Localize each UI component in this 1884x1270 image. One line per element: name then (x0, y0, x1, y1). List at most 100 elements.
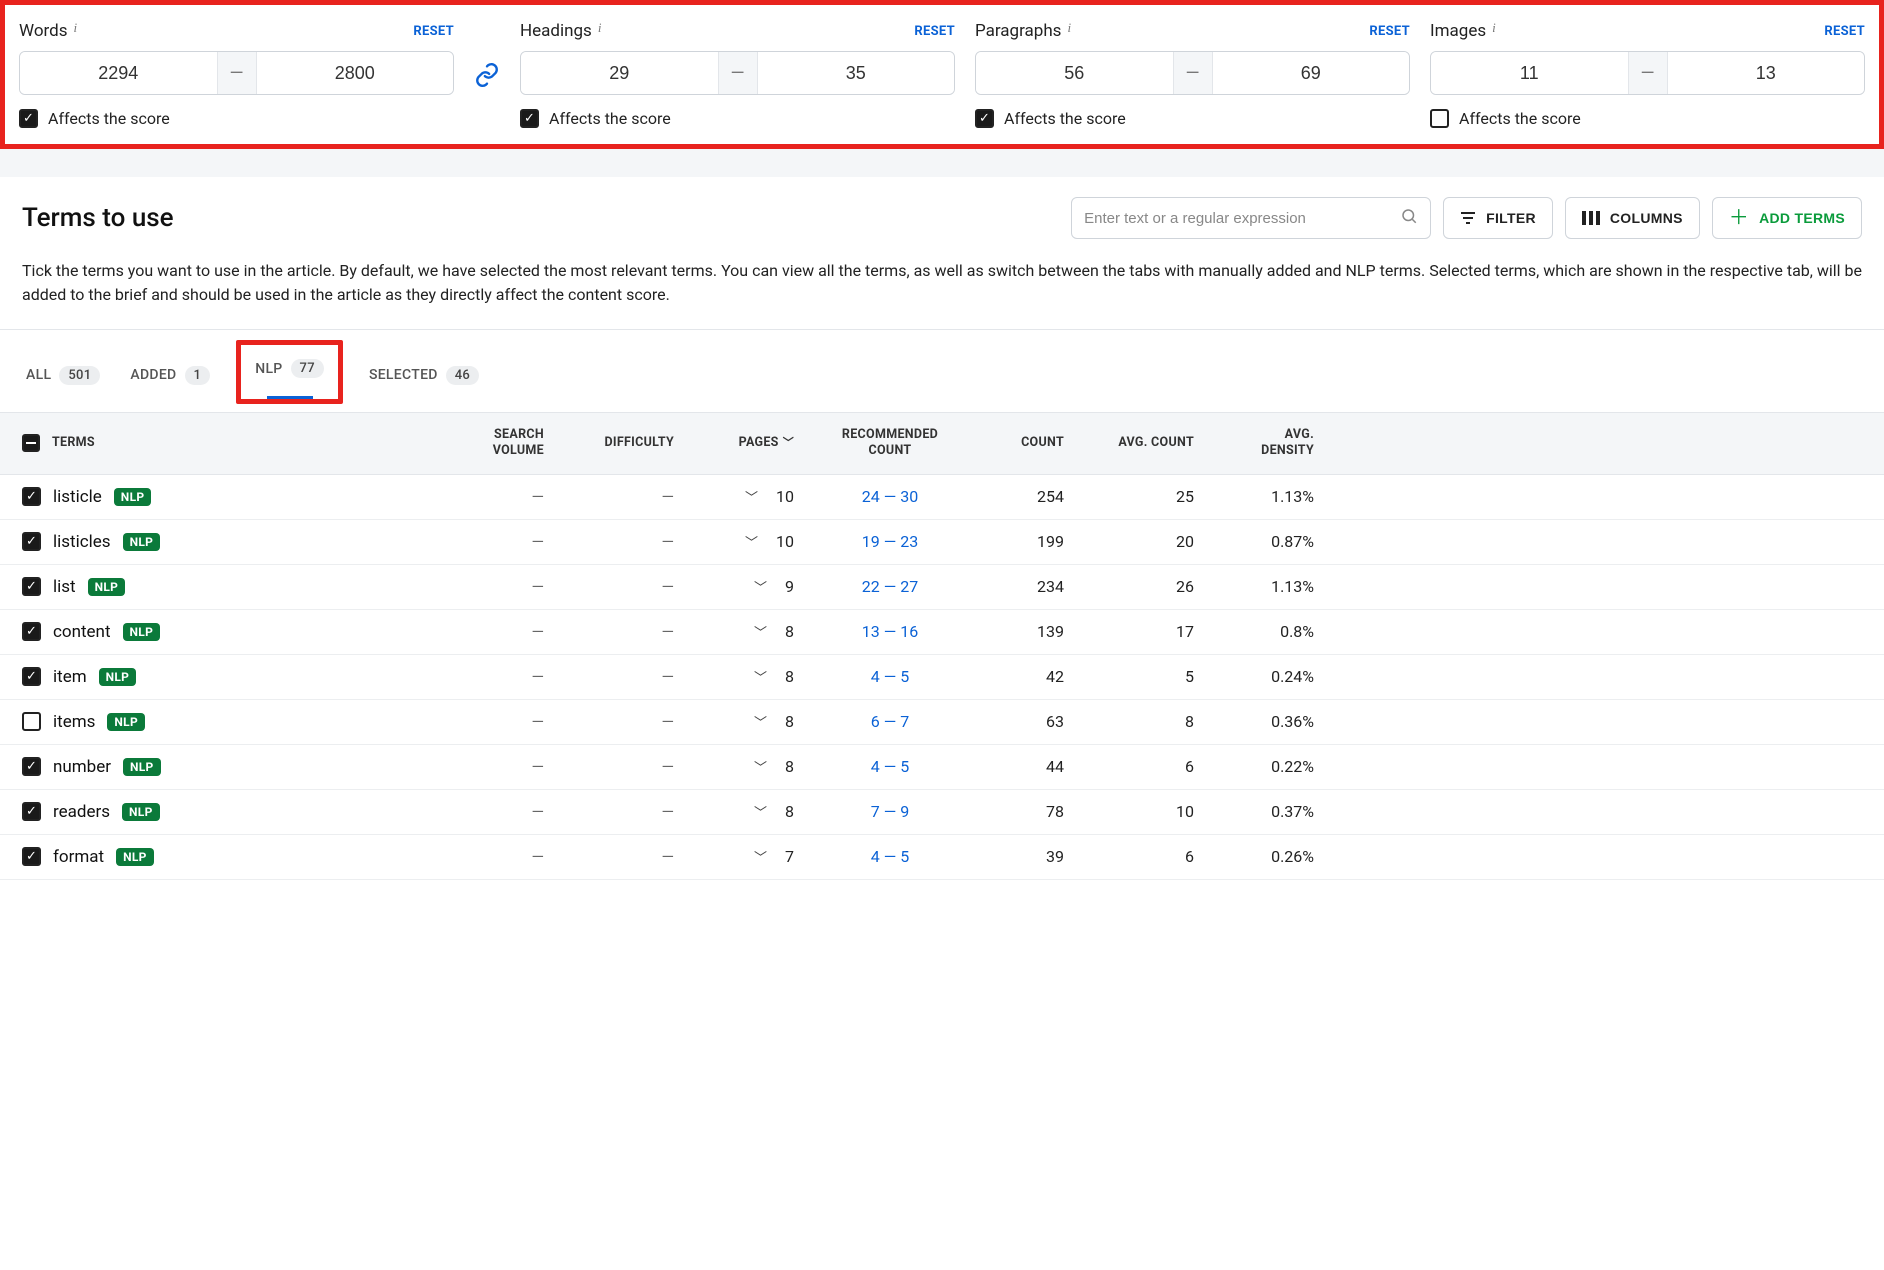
checkbox-icon[interactable] (1430, 109, 1449, 128)
cell-search-volume: — (430, 667, 560, 686)
cell-difficulty: — (560, 712, 690, 731)
col-search-volume[interactable]: SEARCHVOLUME (430, 423, 560, 464)
col-avg-density[interactable]: AVG.DENSITY (1210, 423, 1330, 464)
info-icon[interactable]: i (598, 20, 602, 36)
affects-paragraphs[interactable]: Affects the score (975, 109, 1410, 128)
expand-chevron-icon[interactable]: ﹀ (754, 667, 767, 686)
term-text: listicle (53, 487, 102, 507)
table-row: items NLP — — ﹀ 8 6 — 7 63 8 0.36% (0, 700, 1884, 745)
term-text: items (53, 712, 95, 732)
reset-words[interactable]: RESET (413, 24, 454, 39)
structure-panel: Wordsi RESET — Affects the score Heading… (0, 0, 1884, 149)
checkbox-icon[interactable] (975, 109, 994, 128)
cell-count: 199 (970, 532, 1080, 551)
range-separator: — (217, 52, 257, 94)
tab-nlp[interactable]: NLP 77 (251, 351, 328, 390)
expand-chevron-icon[interactable]: ﹀ (745, 532, 758, 551)
cell-avg-density: 1.13% (1210, 577, 1330, 596)
col-difficulty[interactable]: DIFFICULTY (560, 431, 690, 455)
row-checkbox[interactable] (22, 667, 41, 686)
search-icon[interactable] (1400, 207, 1418, 229)
cell-term: format NLP (0, 847, 430, 867)
words-min-input[interactable] (20, 52, 217, 94)
cell-count: 139 (970, 622, 1080, 641)
headings-max-input[interactable] (758, 52, 955, 94)
cell-avg-count: 25 (1080, 487, 1210, 506)
cell-term: listicle NLP (0, 487, 430, 507)
info-icon[interactable]: i (1492, 20, 1496, 36)
info-icon[interactable]: i (1067, 20, 1071, 36)
checkbox-icon[interactable] (520, 109, 539, 128)
search-input-wrap[interactable] (1071, 197, 1431, 239)
col-avg-count[interactable]: AVG. COUNT (1080, 431, 1210, 455)
columns-button[interactable]: COLUMNS (1565, 197, 1700, 239)
cell-term: items NLP (0, 712, 430, 732)
cell-count: 44 (970, 757, 1080, 776)
paragraphs-min-input[interactable] (976, 52, 1173, 94)
cell-count: 78 (970, 802, 1080, 821)
expand-chevron-icon[interactable]: ﹀ (754, 802, 767, 821)
expand-chevron-icon[interactable]: ﹀ (745, 487, 758, 506)
nlp-badge: NLP (88, 578, 126, 596)
search-input[interactable] (1084, 210, 1400, 227)
row-checkbox[interactable] (22, 712, 41, 731)
headings-min-input[interactable] (521, 52, 718, 94)
cell-avg-count: 6 (1080, 847, 1210, 866)
nlp-badge: NLP (114, 488, 152, 506)
row-checkbox[interactable] (22, 847, 41, 866)
reset-headings[interactable]: RESET (914, 24, 955, 39)
expand-chevron-icon[interactable]: ﹀ (754, 847, 767, 866)
tab-added[interactable]: ADDED 1 (126, 354, 214, 397)
filter-button[interactable]: FILTER (1443, 197, 1553, 239)
row-checkbox[interactable] (22, 532, 41, 551)
reset-paragraphs[interactable]: RESET (1369, 24, 1410, 39)
label-headings: Headings (520, 21, 592, 41)
col-pages[interactable]: PAGES﹀ (690, 431, 810, 455)
cell-search-volume: — (430, 847, 560, 866)
affects-headings[interactable]: Affects the score (520, 109, 955, 128)
row-checkbox[interactable] (22, 757, 41, 776)
table-row: content NLP — — ﹀ 8 13 — 16 139 17 0.8% (0, 610, 1884, 655)
tab-all[interactable]: ALL 501 (22, 354, 104, 397)
reset-images[interactable]: RESET (1824, 24, 1865, 39)
row-checkbox[interactable] (22, 622, 41, 641)
table-header: TERMS SEARCHVOLUME DIFFICULTY PAGES﹀ REC… (0, 412, 1884, 475)
cell-recommended: 24 — 30 (810, 487, 970, 506)
table-row: number NLP — — ﹀ 8 4 — 5 44 6 0.22% (0, 745, 1884, 790)
cell-avg-density: 1.13% (1210, 487, 1330, 506)
cell-pages: ﹀ 7 (690, 847, 810, 866)
checkbox-icon[interactable] (19, 109, 38, 128)
select-all-checkbox[interactable] (22, 434, 40, 452)
tab-selected[interactable]: SELECTED 46 (365, 354, 483, 397)
cell-count: 39 (970, 847, 1080, 866)
cell-difficulty: — (560, 487, 690, 506)
link-icon[interactable] (474, 62, 500, 88)
expand-chevron-icon[interactable]: ﹀ (754, 757, 767, 776)
col-count[interactable]: COUNT (970, 431, 1080, 455)
cell-avg-density: 0.26% (1210, 847, 1330, 866)
words-max-input[interactable] (257, 52, 454, 94)
affects-words[interactable]: Affects the score (19, 109, 454, 128)
images-max-input[interactable] (1668, 52, 1865, 94)
col-recommended[interactable]: RECOMMENDEDCOUNT (810, 423, 970, 464)
expand-chevron-icon[interactable]: ﹀ (754, 712, 767, 731)
info-icon[interactable]: i (74, 20, 78, 36)
affects-images[interactable]: Affects the score (1430, 109, 1865, 128)
paragraphs-max-input[interactable] (1213, 52, 1410, 94)
row-checkbox[interactable] (22, 577, 41, 596)
col-terms[interactable]: TERMS (0, 430, 430, 456)
row-checkbox[interactable] (22, 802, 41, 821)
nlp-badge: NLP (99, 668, 137, 686)
cell-avg-density: 0.36% (1210, 712, 1330, 731)
cell-avg-count: 26 (1080, 577, 1210, 596)
section-gap (0, 149, 1884, 177)
cell-search-volume: — (430, 712, 560, 731)
term-text: listicles (53, 532, 111, 552)
images-min-input[interactable] (1431, 52, 1628, 94)
add-terms-button[interactable]: ＋ ADD TERMS (1712, 197, 1862, 239)
row-checkbox[interactable] (22, 487, 41, 506)
cell-recommended: 6 — 7 (810, 712, 970, 731)
cell-term: item NLP (0, 667, 430, 687)
expand-chevron-icon[interactable]: ﹀ (754, 622, 767, 641)
expand-chevron-icon[interactable]: ﹀ (754, 577, 767, 596)
